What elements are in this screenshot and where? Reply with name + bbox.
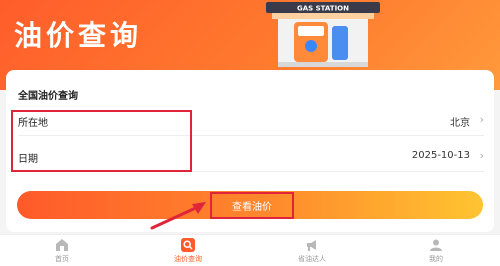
annotation-highlight-box bbox=[11, 110, 192, 172]
tab-label: 我的 bbox=[429, 255, 443, 263]
tab-label: 省油达人 bbox=[298, 255, 326, 263]
tab-oil-price[interactable]: 油价查询 bbox=[148, 235, 228, 266]
tab-label: 首页 bbox=[55, 255, 69, 263]
date-value: 2025-10-13 bbox=[411, 150, 470, 161]
bottom-tab-bar: 首页 油价查询 省油达人 我的 bbox=[0, 234, 500, 266]
tab-label: 油价查询 bbox=[174, 255, 202, 263]
page-title: 油价查询 bbox=[14, 19, 143, 52]
user-icon bbox=[430, 239, 442, 251]
chevron-right-icon: › bbox=[479, 113, 484, 126]
station-sign-text: GAS STATION bbox=[297, 5, 349, 13]
tab-saving-expert[interactable]: 省油达人 bbox=[272, 235, 352, 266]
tab-home[interactable]: 首页 bbox=[22, 235, 102, 266]
view-oil-price-label[interactable]: 查看油价 bbox=[210, 192, 294, 219]
chevron-right-icon: › bbox=[479, 149, 484, 162]
home-icon bbox=[56, 239, 68, 251]
gas-station-illustration: GAS STATION bbox=[266, 2, 380, 67]
location-value: 北京 bbox=[450, 118, 470, 129]
megaphone-icon bbox=[307, 240, 316, 251]
card-title: 全国油价查询 bbox=[18, 91, 78, 102]
search-icon bbox=[181, 238, 195, 252]
annotation-arrow-icon bbox=[150, 202, 206, 230]
tab-mine[interactable]: 我的 bbox=[396, 235, 476, 266]
